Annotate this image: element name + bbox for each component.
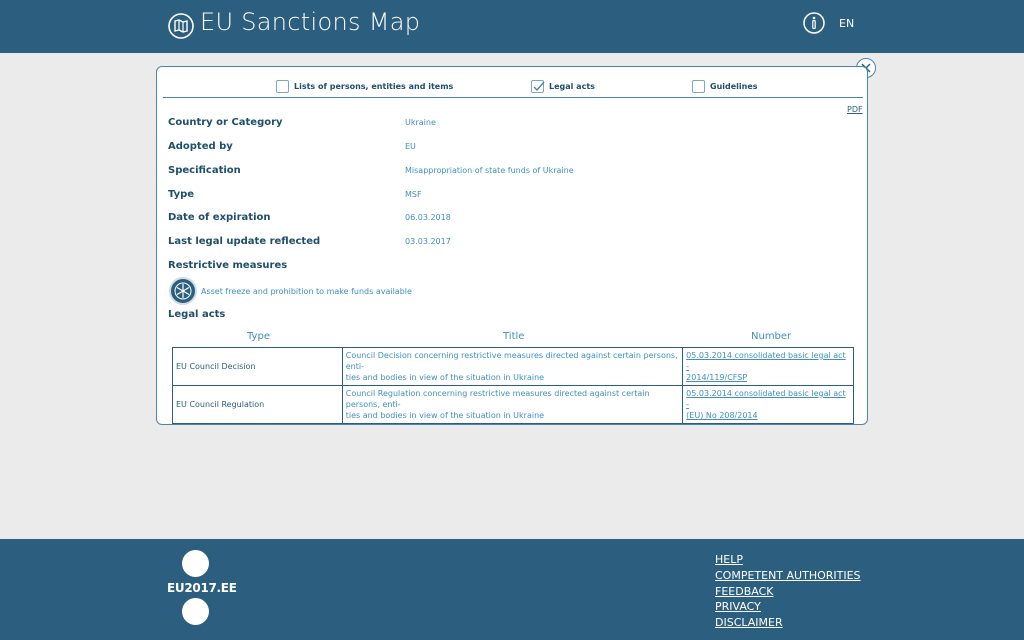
legal-act-link[interactable]: 05.03.2014 consolidated basic legal act … bbox=[686, 351, 846, 382]
app-title: EU Sanctions Map bbox=[200, 8, 421, 36]
column-header-type: Type bbox=[247, 331, 270, 342]
label-country: Country or Category bbox=[168, 117, 283, 128]
table-row: EU Council Regulation Council Regulation… bbox=[172, 385, 854, 424]
value-country: Ukraine bbox=[405, 118, 436, 127]
legal-acts-table: EU Council Decision Council Decision con… bbox=[172, 347, 854, 424]
value-expiration: 06.03.2018 bbox=[405, 213, 451, 222]
footer-link-help[interactable]: HELP bbox=[715, 553, 861, 569]
tab-guidelines[interactable]: Guidelines bbox=[692, 79, 758, 93]
label-legal-acts: Legal acts bbox=[168, 309, 226, 320]
tab-lists-label: Lists of persons, entities and items bbox=[294, 81, 454, 91]
cell-title-line: ties and bodies in view of the situation… bbox=[345, 373, 545, 382]
eu-presidency-logo[interactable]: EU2017.EE bbox=[167, 581, 237, 595]
value-adopted-by: EU bbox=[405, 142, 416, 151]
pdf-link[interactable]: PDF bbox=[847, 105, 863, 114]
tab-bar: Lists of persons, entities and items Leg… bbox=[163, 67, 863, 98]
value-last-update: 03.03.2017 bbox=[405, 237, 451, 246]
legal-act-link[interactable]: 05.03.2014 consolidated basic legal act … bbox=[686, 389, 846, 420]
checkbox-lists[interactable] bbox=[276, 79, 289, 93]
cell-title: Council Decision concerning restrictive … bbox=[341, 347, 684, 386]
label-specification: Specification bbox=[168, 165, 241, 176]
cell-title: Council Regulation concerning restrictiv… bbox=[341, 385, 684, 424]
footer-link-competent-authorities[interactable]: COMPETENT AUTHORITIES bbox=[715, 569, 861, 585]
tab-legal-acts[interactable]: Legal acts bbox=[531, 79, 595, 93]
language-selector[interactable]: EN bbox=[839, 17, 854, 30]
top-header: EU Sanctions Map EN bbox=[0, 0, 1024, 53]
value-specification: Misappropriation of state funds of Ukrai… bbox=[405, 166, 574, 175]
link-line: 05.03.2014 consolidated basic legal act … bbox=[686, 389, 846, 409]
footer: EU2017.EE HELP COMPETENT AUTHORITIES FEE… bbox=[0, 539, 1024, 640]
checkbox-guidelines[interactable] bbox=[692, 79, 705, 93]
tab-lists[interactable]: Lists of persons, entities and items bbox=[276, 79, 453, 93]
footer-link-disclaimer[interactable]: DISCLAIMER bbox=[715, 616, 861, 632]
footer-link-privacy[interactable]: PRIVACY bbox=[715, 600, 861, 616]
cell-number: 05.03.2014 consolidated basic legal act … bbox=[682, 347, 854, 386]
footer-link-feedback[interactable]: FEEDBACK bbox=[715, 585, 861, 601]
asset-freeze-badge bbox=[169, 277, 197, 305]
column-header-title: Title bbox=[503, 331, 525, 342]
tab-guidelines-label: Guidelines bbox=[710, 81, 758, 91]
map-logo-icon[interactable] bbox=[168, 13, 194, 39]
cell-number: 05.03.2014 consolidated basic legal act … bbox=[682, 385, 854, 424]
table-row: EU Council Decision Council Decision con… bbox=[172, 347, 854, 386]
cell-type: EU Council Regulation bbox=[172, 385, 343, 424]
tab-legal-acts-label: Legal acts bbox=[549, 81, 595, 91]
label-type: Type bbox=[168, 189, 195, 200]
link-line: (EU) No 208/2014 bbox=[686, 411, 758, 420]
cell-title-line: Council Regulation concerning restrictiv… bbox=[345, 389, 650, 409]
snowflake-icon bbox=[174, 282, 192, 300]
measure-asset-freeze: Asset freeze and prohibition to make fun… bbox=[201, 287, 412, 296]
label-last-update: Last legal update reflected bbox=[168, 236, 321, 247]
eu-logo-dot-bottom bbox=[182, 598, 209, 625]
eu-logo-dot-top bbox=[182, 550, 209, 577]
value-type: MSF bbox=[405, 190, 422, 199]
cell-title-line: Council Decision concerning restrictive … bbox=[345, 351, 678, 371]
sanction-detail-panel: Lists of persons, entities and items Leg… bbox=[156, 66, 868, 425]
checkbox-legal-acts[interactable] bbox=[531, 79, 545, 93]
cell-type: EU Council Decision bbox=[172, 347, 343, 386]
cell-title-line: ties and bodies in view of the situation… bbox=[345, 411, 545, 420]
column-header-number: Number bbox=[751, 331, 792, 342]
info-icon[interactable] bbox=[803, 12, 825, 34]
label-expiration: Date of expiration bbox=[168, 212, 271, 223]
link-line: 2014/119/CFSP bbox=[686, 373, 748, 382]
label-adopted-by: Adopted by bbox=[168, 141, 233, 152]
footer-links: HELP COMPETENT AUTHORITIES FEEDBACK PRIV… bbox=[715, 553, 861, 632]
checkmark-icon bbox=[533, 81, 545, 91]
label-restrictive-measures: Restrictive measures bbox=[168, 260, 288, 271]
link-line: 05.03.2014 consolidated basic legal act … bbox=[686, 351, 846, 371]
